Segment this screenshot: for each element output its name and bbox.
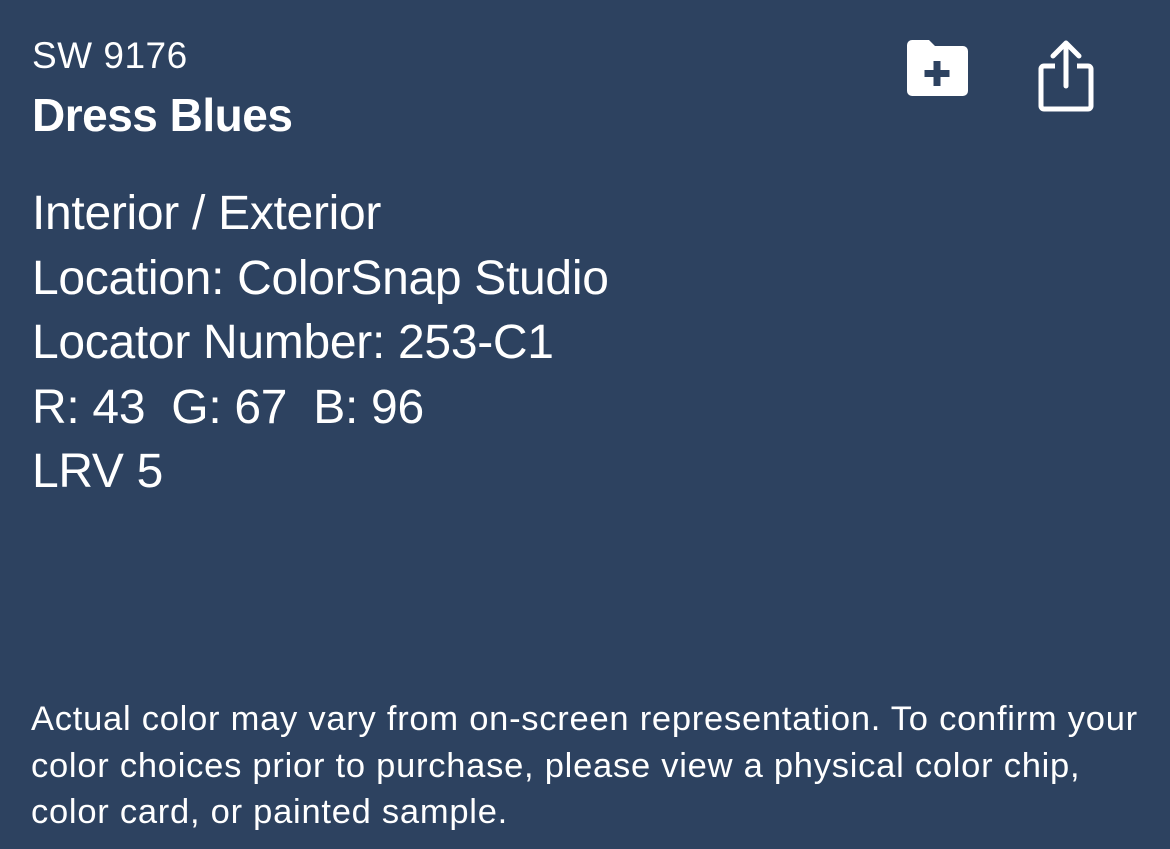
rgb-values-text: R: 43 G: 67 B: 96 (32, 380, 424, 434)
folder-plus-icon (907, 40, 968, 96)
locator-number-text: Locator Number: 253-C1 (32, 316, 554, 369)
share-button[interactable] (1038, 40, 1094, 112)
usage-text: Interior / Exterior (32, 187, 382, 240)
color-name: Dress Blues (32, 89, 293, 141)
add-to-folder-button[interactable] (907, 40, 968, 96)
color-code: SW 9176 (32, 35, 188, 76)
lrv-text: LRV 5 (32, 445, 164, 498)
disclaimer-text: Actual color may vary from on-screen rep… (31, 700, 1138, 831)
action-bar (907, 40, 1094, 112)
location-text: Location: ColorSnap Studio (32, 251, 609, 305)
share-icon (1038, 40, 1094, 112)
color-details: Interior / Exterior Location: ColorSnap … (32, 182, 609, 505)
color-header: SW 9176 Dress Blues (32, 34, 293, 142)
